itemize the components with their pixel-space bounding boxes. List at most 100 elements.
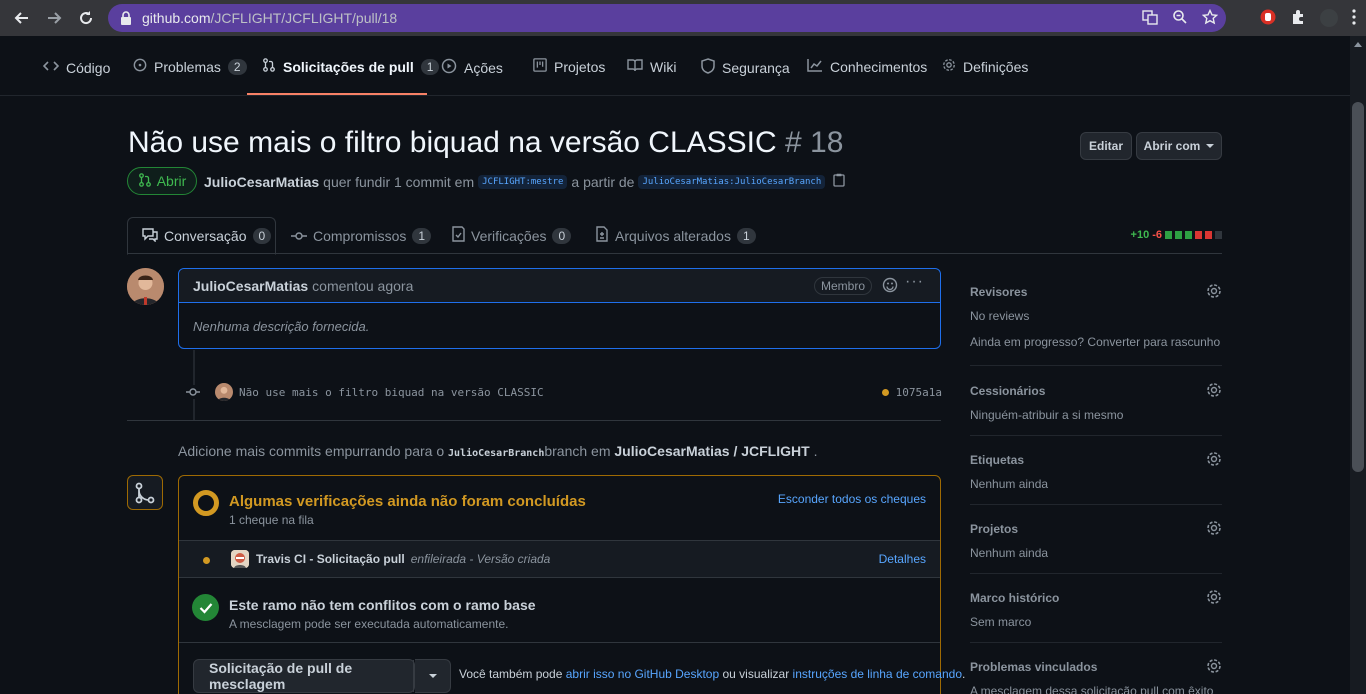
checklist-icon	[451, 226, 465, 245]
tab-label: Compromissos	[313, 227, 407, 244]
gear-icon[interactable]	[1206, 520, 1222, 536]
commit-message[interactable]: Não use mais o filtro biquad na versão C…	[239, 386, 544, 399]
tab-code[interactable]: Código	[42, 58, 110, 77]
back-icon[interactable]	[6, 2, 38, 34]
deletions-count: -6	[1152, 229, 1162, 241]
gear-icon[interactable]	[1206, 658, 1222, 674]
reload-icon[interactable]	[70, 2, 102, 34]
lock-icon	[120, 11, 132, 25]
edit-button[interactable]: Editar	[1080, 132, 1132, 160]
kebab-icon[interactable]: ···	[905, 273, 924, 291]
tab-pull-requests[interactable]: Solicitações de pull 1	[262, 58, 440, 75]
counter-badge: 2	[227, 58, 247, 75]
page-title: Não use mais o filtro biquad na versão C…	[128, 126, 844, 159]
diff-block	[1175, 231, 1182, 239]
forward-icon[interactable]	[38, 2, 70, 34]
meta-text: a partir de	[571, 173, 635, 190]
tab-actions[interactable]: Ações	[441, 58, 503, 77]
divider	[970, 435, 1222, 436]
check-name-label: Travis CI - Solicitação pull	[256, 552, 405, 566]
comment-time[interactable]: comentou agora	[312, 278, 413, 294]
tab-settings[interactable]: Definições	[942, 58, 1028, 75]
head-branch[interactable]: JulioCesarMatias:JulioCesarBranch	[638, 174, 826, 189]
gear-icon[interactable]	[1206, 451, 1222, 467]
play-icon	[441, 58, 457, 77]
menu-icon[interactable]	[1352, 8, 1356, 28]
travis-ci-icon	[231, 550, 249, 568]
diff-block	[1215, 231, 1222, 239]
pending-ring-icon	[193, 490, 219, 516]
translate-icon[interactable]	[1142, 9, 1158, 28]
sidebar-linked-issues: Problemas vinculados A mesclagem dessa s…	[970, 658, 1222, 694]
details-link[interactable]: Detalhes	[879, 552, 926, 566]
comment-author[interactable]: JulioCesarMatias	[193, 278, 308, 294]
copy-icon[interactable]	[833, 173, 845, 190]
gear-icon[interactable]	[1206, 589, 1222, 605]
merge-button[interactable]: Solicitação de pull de mesclagem	[193, 659, 415, 693]
profile-avatar[interactable]	[1320, 9, 1338, 27]
avatar[interactable]	[215, 383, 233, 401]
pull-request-icon	[138, 172, 152, 190]
active-tab-underline	[247, 93, 427, 95]
command-line-link[interactable]: instruções de linha de comando	[793, 667, 962, 681]
hint-text: Adicione mais commits empurrando para o	[178, 443, 445, 459]
assign-yourself-link[interactable]: Ninguém-atribuir a si mesmo	[970, 408, 1222, 422]
counter-badge: 0	[552, 227, 572, 244]
scroll-up-icon[interactable]	[1354, 42, 1362, 47]
open-with-button[interactable]: Abrir com	[1136, 132, 1222, 160]
conflict-status: Este ramo não tem conflitos com o ramo b…	[179, 579, 940, 642]
hide-checks-link[interactable]: Esconder todos os cheques	[778, 492, 926, 506]
diffstat: +10 -6	[1131, 229, 1222, 241]
merge-button-label: Solicitação de pull de mesclagem	[194, 660, 414, 692]
sidebar-heading[interactable]: Etiquetas	[970, 453, 1222, 467]
tab-files-changed[interactable]: Arquivos alterados 1	[581, 217, 770, 254]
check-circle-icon	[192, 594, 219, 621]
gear-icon[interactable]	[1206, 283, 1222, 299]
conflict-subtitle: A mesclagem pode ser executada automatic…	[229, 617, 509, 631]
scrollbar[interactable]	[1350, 36, 1366, 694]
caret-down-icon	[1206, 144, 1215, 148]
tab-wiki[interactable]: Wiki	[627, 58, 676, 75]
convert-draft-link[interactable]: Ainda em progresso? Converter para rascu…	[970, 335, 1222, 349]
sidebar-heading[interactable]: Projetos	[970, 522, 1222, 536]
tab-label: Arquivos alterados	[615, 227, 731, 244]
sidebar-value: Sem marco	[970, 615, 1032, 629]
sidebar-heading[interactable]: Revisores	[970, 285, 1222, 299]
push-hint: Adicione mais commits empurrando para o …	[178, 443, 817, 459]
tab-conversation[interactable]: Conversação 0	[127, 217, 276, 255]
pr-meta: JulioCesarMatias quer fundir 1 commit em…	[204, 173, 845, 190]
divider	[970, 642, 1222, 643]
scrollbar-thumb[interactable]	[1352, 102, 1364, 472]
star-icon[interactable]	[1201, 8, 1219, 28]
extensions-icon[interactable]	[1290, 9, 1306, 28]
base-branch[interactable]: JCFLIGHT:mestre	[478, 174, 568, 189]
sidebar-value: A mesclagem dessa solicitação pull com ê…	[970, 684, 1214, 694]
smiley-icon[interactable]	[882, 277, 898, 293]
pending-dot-icon[interactable]	[881, 389, 889, 396]
tab-insights[interactable]: Conhecimentos	[807, 58, 927, 75]
tab-commits[interactable]: Compromissos 1	[277, 217, 445, 254]
pr-tabs: Conversação 0 Compromissos 1 Verificaçõe…	[127, 217, 1222, 255]
checks-title: Algumas verificações ainda não foram con…	[229, 493, 586, 510]
sidebar-heading[interactable]: Problemas vinculados	[970, 660, 1222, 674]
sidebar-heading[interactable]: Cessionários	[970, 384, 1222, 398]
hint-text: .	[813, 443, 818, 459]
tab-security[interactable]: Segurança	[701, 58, 790, 77]
commit-sha-link[interactable]: 1075a1a	[896, 386, 942, 399]
author-link[interactable]: JulioCesarMatias	[204, 174, 319, 190]
issue-icon	[133, 58, 147, 75]
merge-options-button[interactable]	[415, 659, 451, 693]
tab-label: Segurança	[722, 59, 790, 76]
avatar[interactable]	[127, 268, 164, 305]
gear-icon[interactable]	[1206, 382, 1222, 398]
github-desktop-link[interactable]: abrir isso no GitHub Desktop	[566, 667, 719, 681]
adblock-icon[interactable]	[1260, 9, 1276, 28]
tab-projects[interactable]: Projetos	[533, 58, 605, 75]
tab-label: Definições	[963, 58, 1029, 75]
tab-issues[interactable]: Problemas 2	[133, 58, 247, 75]
tab-checks[interactable]: Verificações 0	[437, 217, 585, 254]
address-bar[interactable]: github.com/JCFLIGHT/JCFLIGHT/pull/18	[108, 4, 1226, 32]
zoom-icon[interactable]	[1172, 9, 1188, 28]
tab-label: Ações	[464, 59, 503, 76]
sidebar-heading[interactable]: Marco histórico	[970, 591, 1222, 605]
